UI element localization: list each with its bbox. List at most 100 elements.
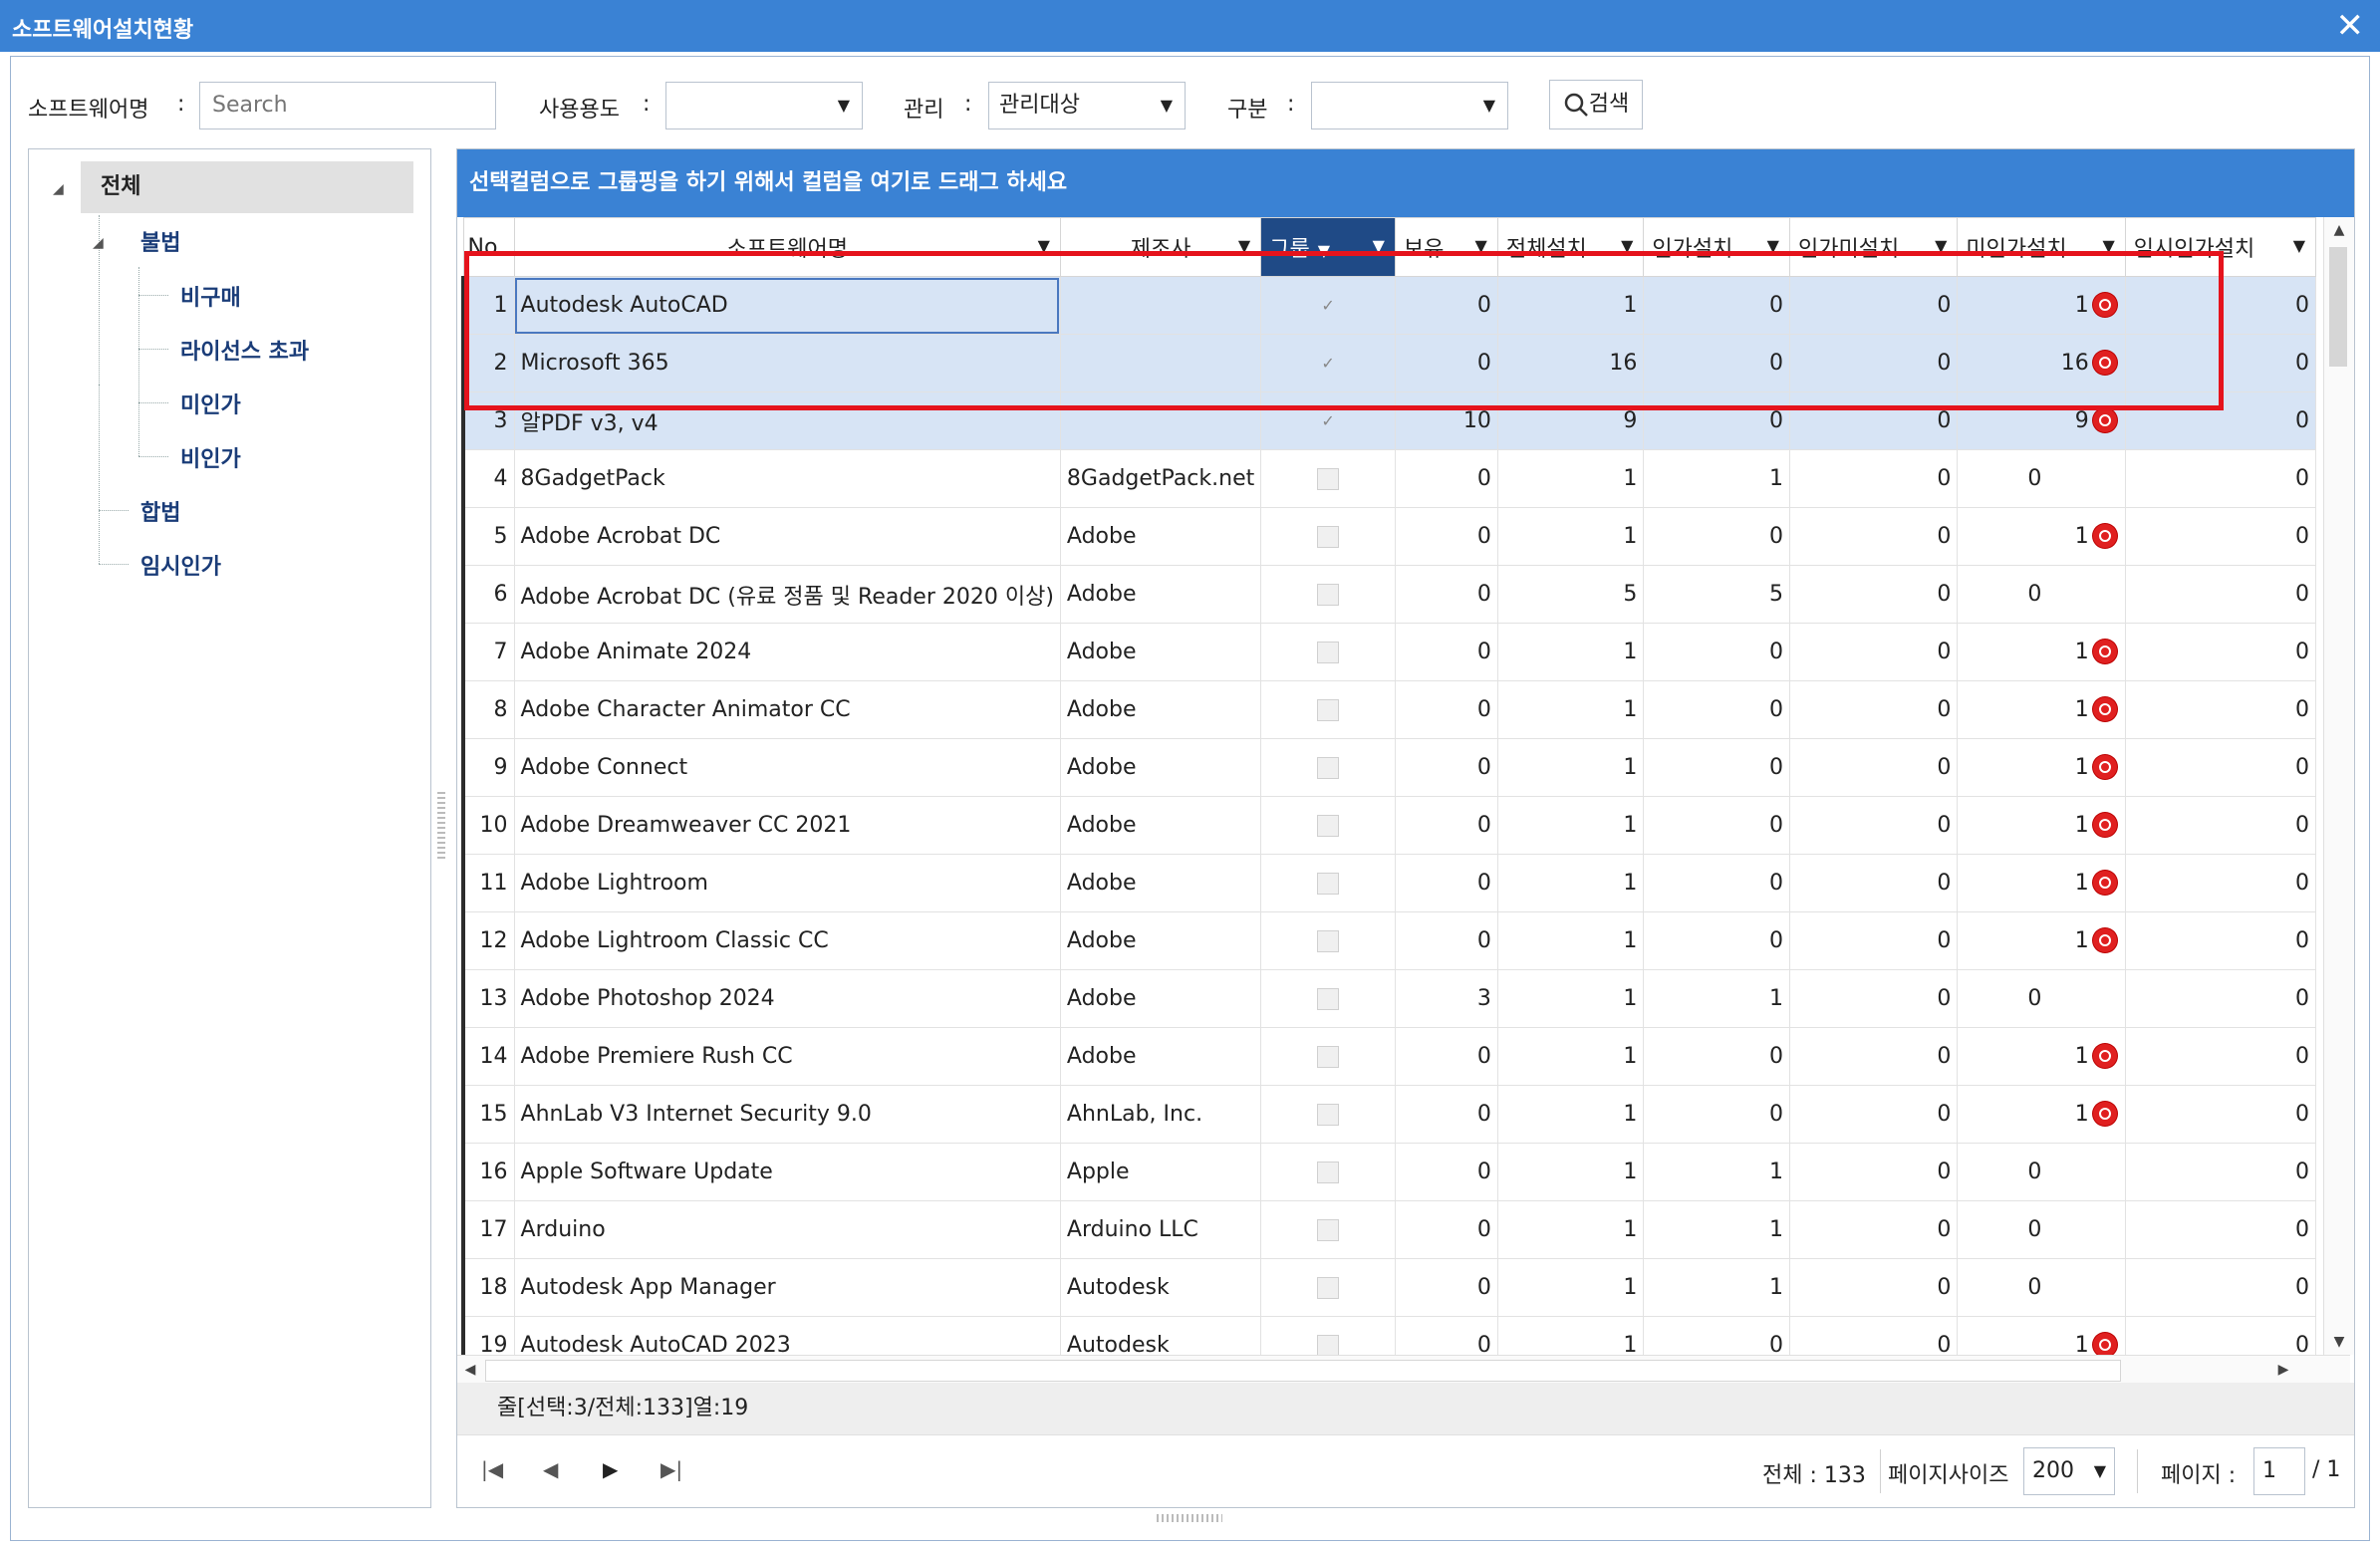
cell-auth[interactable]: 0 (1643, 796, 1790, 855)
column-header-software-name[interactable]: 소프트웨어명 ▼ (513, 217, 1061, 277)
cell-group[interactable] (1260, 1085, 1396, 1144)
tree-node-illegal[interactable]: 불법 (140, 225, 180, 257)
cell-auth_missing[interactable]: 0 (1788, 1085, 1959, 1144)
cell-no[interactable]: 3 (461, 391, 515, 450)
cell-no[interactable]: 18 (461, 1258, 515, 1317)
cell-auth_missing[interactable]: 0 (1788, 969, 1959, 1028)
group-checkbox[interactable] (1317, 1335, 1340, 1357)
cell-no[interactable]: 7 (461, 623, 515, 681)
cell-auth[interactable]: 5 (1643, 565, 1790, 624)
cell-temp[interactable]: 0 (2124, 680, 2316, 739)
cell-temp[interactable]: 0 (2124, 623, 2316, 681)
cell-group[interactable] (1260, 1200, 1396, 1259)
software-search-field[interactable] (210, 92, 471, 119)
cell-maker[interactable] (1059, 276, 1262, 335)
cell-unapproved-installs[interactable]: 1 (1957, 911, 2126, 970)
tree-node-unauthorized[interactable]: 비인가 (180, 441, 241, 473)
cell-temp[interactable]: 0 (2124, 334, 2316, 392)
scrollbar-thumb[interactable] (485, 1360, 2121, 1382)
cell-auth_missing[interactable]: 0 (1788, 334, 1959, 392)
cell-group[interactable] (1260, 507, 1396, 566)
group-checkbox[interactable]: ✓ (1318, 354, 1338, 374)
cell-maker[interactable]: AhnLab, Inc. (1059, 1085, 1262, 1144)
cell-software-name[interactable]: Adobe Animate 2024 (513, 623, 1061, 681)
software-search-input[interactable] (199, 82, 496, 129)
next-page-icon[interactable]: ▶ (603, 1457, 618, 1481)
cell-own[interactable]: 0 (1394, 1143, 1498, 1201)
horizontal-scrollbar[interactable]: ◀ ▶ (457, 1355, 2350, 1384)
cell-auth_missing[interactable]: 0 (1788, 1258, 1959, 1317)
page-size-select[interactable]: 200 ▼ (2023, 1447, 2115, 1495)
cell-group[interactable]: ✓ (1260, 391, 1396, 450)
cell-group[interactable]: ✓ (1260, 334, 1396, 392)
column-header-temporary-installs[interactable]: 임시인가설치 ▼ (2124, 217, 2316, 277)
cell-own[interactable]: 0 (1394, 738, 1498, 797)
cell-auth[interactable]: 1 (1643, 449, 1790, 508)
close-icon[interactable]: ✕ (2336, 6, 2365, 46)
table-row[interactable]: 12 Adobe Lightroom Classic CC Adobe 0 1 0 0 1 0 (461, 911, 2316, 970)
cell-unapproved-installs[interactable]: 1 (1957, 276, 2126, 335)
cell-auth_missing[interactable]: 0 (1788, 276, 1959, 335)
table-row[interactable]: 1 Autodesk AutoCAD ✓ 0 1 0 0 1 0 (461, 276, 2316, 335)
cell-no[interactable]: 9 (461, 738, 515, 797)
cell-unapproved-installs[interactable]: 0 (1957, 1258, 2126, 1317)
scrollbar-thumb[interactable] (2329, 247, 2347, 367)
cell-no[interactable]: 10 (461, 796, 515, 855)
cell-own[interactable]: 0 (1394, 1258, 1498, 1317)
column-header-approved-installs[interactable]: 인가설치 ▼ (1643, 217, 1790, 277)
group-checkbox[interactable] (1317, 584, 1340, 606)
vertical-splitter[interactable] (435, 792, 447, 862)
group-checkbox[interactable] (1317, 526, 1340, 548)
cell-temp[interactable]: 0 (2124, 796, 2316, 855)
cell-group[interactable] (1260, 969, 1396, 1028)
cell-auth_missing[interactable]: 0 (1788, 565, 1959, 624)
cell-unapproved-installs[interactable]: 0 (1957, 565, 2126, 624)
column-header-group[interactable]: 그룹 ▼ ▼ (1260, 217, 1396, 277)
cell-auth_missing[interactable]: 0 (1788, 1143, 1959, 1201)
cell-software-name[interactable]: Autodesk AutoCAD (513, 276, 1061, 335)
cell-auth_missing[interactable]: 0 (1788, 623, 1959, 681)
manage-select[interactable]: 관리대상 ▼ (988, 82, 1186, 129)
cell-no[interactable]: 16 (461, 1143, 515, 1201)
cell-temp[interactable]: 0 (2124, 911, 2316, 970)
cell-auth[interactable]: 0 (1643, 738, 1790, 797)
tree-node-legal[interactable]: 합법 (140, 495, 180, 527)
cell-auth[interactable]: 1 (1643, 969, 1790, 1028)
column-header-owned[interactable]: 보유 ▼ (1394, 217, 1498, 277)
cell-software-name[interactable]: Adobe Premiere Rush CC (513, 1027, 1061, 1086)
cell-software-name[interactable]: 알PDF v3, v4 (513, 391, 1061, 450)
cell-unapproved-installs[interactable]: 1 (1957, 854, 2126, 912)
cell-total[interactable]: 1 (1496, 1027, 1645, 1086)
cell-auth_missing[interactable]: 0 (1788, 391, 1959, 450)
table-row[interactable]: 13 Adobe Photoshop 2024 Adobe 3 1 1 0 0 0 (461, 969, 2316, 1028)
scroll-left-icon[interactable]: ◀ (457, 1356, 483, 1384)
cell-no[interactable]: 8 (461, 680, 515, 739)
cell-auth[interactable]: 0 (1643, 276, 1790, 335)
cell-no[interactable]: 4 (461, 449, 515, 508)
table-row[interactable]: 7 Adobe Animate 2024 Adobe 0 1 0 0 1 0 (461, 623, 2316, 681)
cell-software-name[interactable]: Adobe Dreamweaver CC 2021 (513, 796, 1061, 855)
cell-unapproved-installs[interactable]: 0 (1957, 449, 2126, 508)
cell-software-name[interactable]: Adobe Acrobat DC (513, 507, 1061, 566)
cell-group[interactable] (1260, 738, 1396, 797)
cell-software-name[interactable]: 8GadgetPack (513, 449, 1061, 508)
horizontal-splitter[interactable] (1157, 1514, 1222, 1522)
cell-auth_missing[interactable]: 0 (1788, 911, 1959, 970)
cell-maker[interactable]: Adobe (1059, 507, 1262, 566)
page-number-input[interactable]: 1 (2253, 1447, 2305, 1495)
cell-temp[interactable]: 0 (2124, 1027, 2316, 1086)
cell-no[interactable]: 6 (461, 565, 515, 624)
cell-temp[interactable]: 0 (2124, 391, 2316, 450)
cell-maker[interactable] (1059, 391, 1262, 450)
tree-node-license-exceeded[interactable]: 라이선스 초과 (180, 334, 309, 366)
cell-unapproved-installs[interactable]: 1 (1957, 507, 2126, 566)
prev-page-icon[interactable]: ◀ (543, 1457, 558, 1481)
cell-temp[interactable]: 0 (2124, 565, 2316, 624)
first-page-icon[interactable]: |◀ (481, 1457, 503, 1481)
table-row[interactable]: 9 Adobe Connect Adobe 0 1 0 0 1 0 (461, 738, 2316, 797)
cell-maker[interactable]: Apple (1059, 1143, 1262, 1201)
table-row[interactable]: 17 Arduino Arduino LLC 0 1 1 0 0 0 (461, 1200, 2316, 1259)
group-by-drop-area[interactable]: 선택컬럼으로 그룹핑을 하기 위해서 컬럼을 여기로 드래그 하세요 (457, 149, 2354, 217)
cell-auth[interactable]: 0 (1643, 391, 1790, 450)
cell-auth_missing[interactable]: 0 (1788, 796, 1959, 855)
